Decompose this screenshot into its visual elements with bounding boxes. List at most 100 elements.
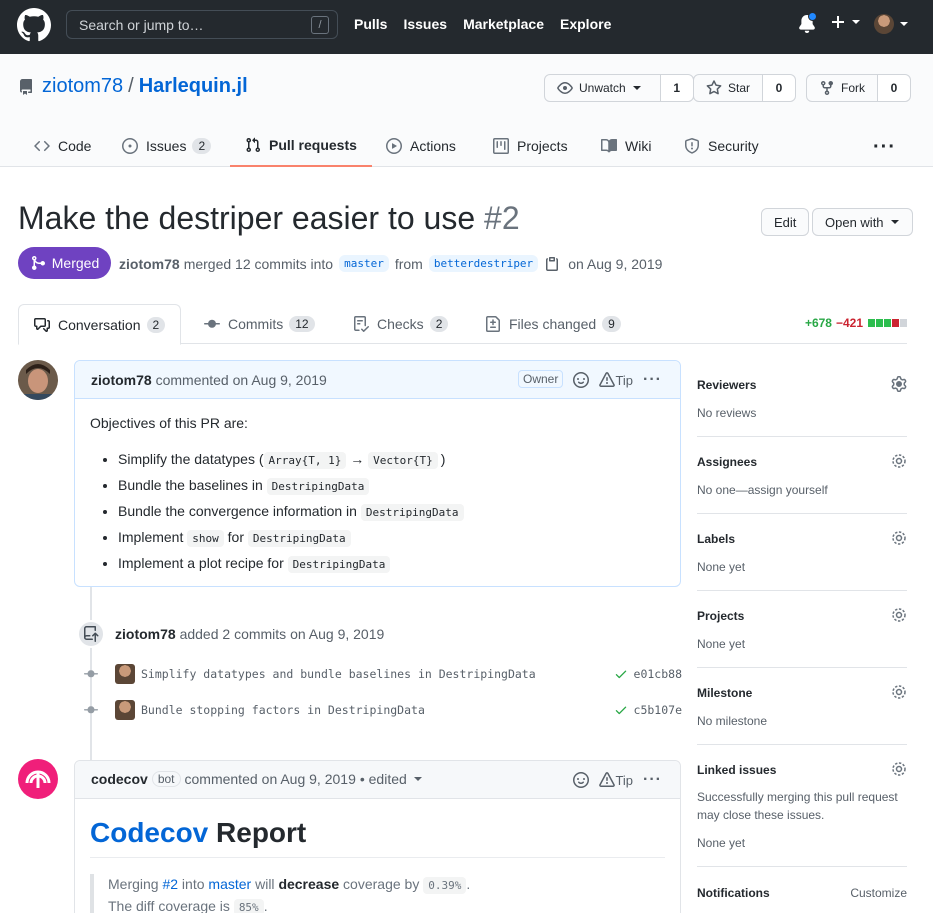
smiley-icon[interactable] [573, 772, 590, 788]
assign-yourself-link[interactable]: No one—assign yourself [697, 481, 828, 499]
repo-name-link[interactable]: Harlequin.jl [139, 75, 248, 98]
unwatch-button[interactable]: Unwatch [545, 75, 661, 101]
create-new-menu[interactable] [830, 14, 861, 30]
repo-owner-link[interactable]: ziotom78 [42, 75, 123, 98]
diffstat-block-added [876, 319, 883, 327]
tab-wiki[interactable]: Wiki [601, 124, 651, 167]
tab-issues[interactable]: Issues 2 [122, 124, 212, 167]
nav-issues[interactable]: Issues [403, 16, 447, 32]
tab-commits[interactable]: Commits 12 [204, 304, 315, 344]
diff-coverage-value: 85% [233, 899, 264, 913]
gear-icon[interactable] [891, 684, 907, 700]
sidebar-value: None yet [697, 836, 746, 850]
diffstat-block-neutral [900, 319, 907, 327]
edit-title-button[interactable]: Edit [761, 208, 810, 236]
tab-actions[interactable]: Actions [386, 124, 456, 167]
star-button[interactable]: Star [694, 75, 764, 101]
tip-link[interactable]: Tip [615, 373, 633, 388]
more-menu-button[interactable]: ··· [873, 136, 896, 159]
open-with-label: Open with [825, 214, 884, 230]
gear-icon[interactable] [891, 376, 907, 392]
sidebar-value: None yet [697, 637, 746, 651]
github-logo-icon[interactable] [17, 8, 51, 42]
nav-marketplace[interactable]: Marketplace [463, 16, 544, 32]
play-icon [386, 137, 402, 154]
codecov-avatar[interactable] [18, 759, 58, 799]
base-branch[interactable]: master [339, 255, 389, 272]
gear-icon[interactable] [891, 453, 907, 469]
comment-intro: Objectives of this PR are: [90, 415, 248, 431]
comment-author-link[interactable]: codecov [91, 771, 148, 787]
comment-author-line: codecov bot commented on Aug 9, 2019 • e… [91, 771, 423, 787]
avatar[interactable] [18, 360, 58, 400]
comment-date-link[interactable]: on Aug 9, 2019 [262, 771, 356, 787]
gear-icon[interactable] [891, 607, 907, 623]
tip-link[interactable]: Tip [615, 773, 633, 788]
commit-sha-link[interactable]: e01cb88 [634, 667, 682, 681]
edit-label: Edit [774, 214, 797, 230]
gear-icon[interactable] [891, 761, 907, 777]
inline-code: Vector{T} [368, 452, 438, 469]
comment-body: Objectives of this PR are: Simplify the … [75, 399, 680, 596]
caret-down-icon [632, 86, 641, 90]
smiley-icon[interactable] [573, 372, 590, 388]
comment-action: commented [155, 372, 229, 388]
comment-author-link[interactable]: ziotom78 [91, 372, 152, 388]
tab-checks[interactable]: Checks 2 [353, 304, 449, 344]
item-text: Implement [118, 529, 188, 545]
tab-pull-requests[interactable]: Pull requests [230, 124, 372, 167]
deletions-count: −421 [835, 316, 863, 330]
repo-push-glyph [84, 626, 99, 642]
fork-button[interactable]: Fork [807, 75, 878, 101]
tab-security[interactable]: Security [684, 124, 759, 167]
event-date[interactable]: on Aug 9, 2019 [290, 626, 384, 642]
list-item: Implement show for DestripingData [118, 528, 665, 548]
check-icon[interactable] [614, 703, 628, 717]
caret-down-icon[interactable] [413, 774, 423, 784]
tab-issues-count: 2 [192, 137, 212, 154]
gear-icon[interactable] [891, 530, 907, 546]
commit-sha-link[interactable]: c5b107e [634, 703, 682, 717]
edited-dropdown[interactable]: • edited [360, 771, 407, 787]
merged-state-badge: Merged [18, 247, 111, 279]
inline-code: Array{T, 1} [263, 452, 347, 469]
inline-code: DestripingData [360, 504, 464, 521]
tab-conversation-count: 2 [146, 316, 166, 333]
customize-link[interactable]: Customize [850, 886, 907, 900]
head-branch[interactable]: betterdestriper [428, 255, 539, 272]
item-text: Bundle the baselines in [118, 477, 267, 493]
comment-date-link[interactable]: on Aug 9, 2019 [233, 372, 327, 388]
watchers-count[interactable]: 1 [660, 75, 693, 101]
base-link[interactable]: master [208, 876, 251, 892]
avatar[interactable] [115, 664, 135, 684]
kebab-menu-icon[interactable]: ··· [643, 771, 662, 789]
tab-conversation[interactable]: Conversation 2 [18, 304, 182, 345]
check-icon[interactable] [614, 667, 628, 681]
tab-security-label: Security [708, 137, 759, 154]
comment-box: ziotom78 commented on Aug 9, 2019 Owner … [74, 360, 681, 587]
clipboard-icon[interactable] [544, 256, 560, 272]
pr-link[interactable]: #2 [162, 876, 178, 892]
nav-pulls[interactable]: Pulls [354, 16, 387, 32]
tab-projects[interactable]: Projects [493, 124, 568, 167]
diffstat-block-added [884, 319, 891, 327]
avatar[interactable] [115, 700, 135, 720]
codecov-report-heading: Codecov Report [90, 817, 665, 858]
search-input[interactable]: Search or jump to… / [66, 10, 338, 39]
nav-explore[interactable]: Explore [560, 16, 611, 32]
shield-icon [685, 137, 699, 154]
kebab-menu-icon[interactable]: ··· [643, 371, 662, 389]
open-with-button[interactable]: Open with [812, 208, 913, 236]
forks-count[interactable]: 0 [878, 75, 910, 101]
stars-count[interactable]: 0 [763, 75, 796, 101]
text: Merging [108, 876, 163, 892]
search-placeholder: Search or jump to… [79, 17, 204, 33]
user-menu[interactable] [874, 14, 909, 34]
pr-author-link[interactable]: ziotom78 [119, 256, 180, 272]
commit-message-link[interactable]: Simplify datatypes and bundle baselines … [141, 667, 614, 681]
tab-files-changed[interactable]: Files changed 9 [485, 304, 621, 344]
commit-message-link[interactable]: Bundle stopping factors in DestripingDat… [141, 703, 614, 717]
codecov-link[interactable]: Codecov [90, 817, 208, 848]
tab-code[interactable]: Code [34, 124, 91, 167]
event-author-link[interactable]: ziotom78 [115, 626, 176, 642]
